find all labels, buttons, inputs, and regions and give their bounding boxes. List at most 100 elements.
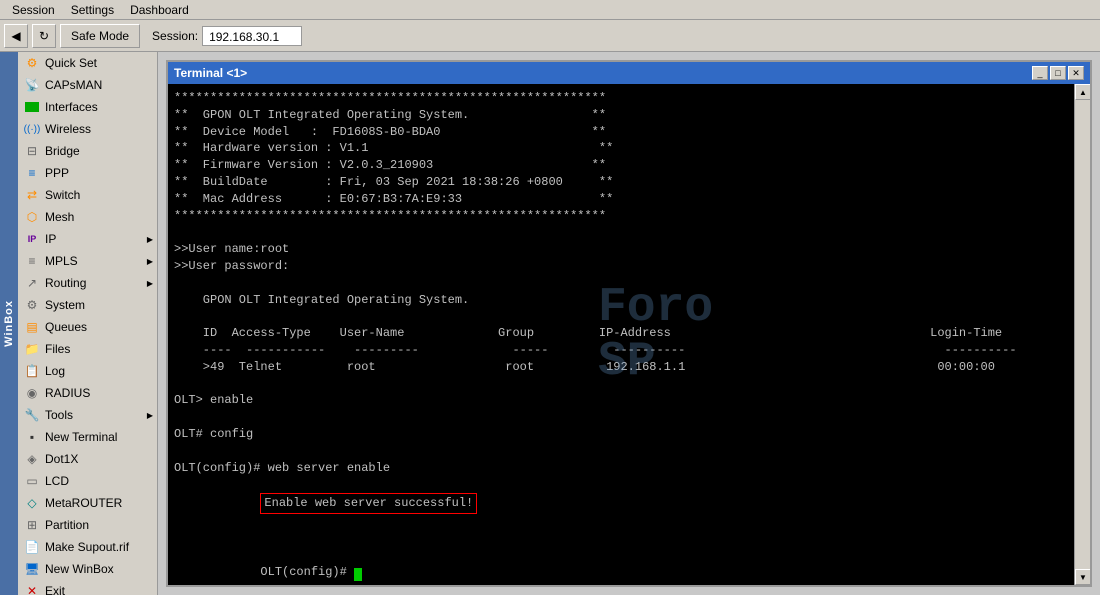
terminal-line-blank2 — [174, 275, 1068, 292]
sidebar-item-routing[interactable]: ↗ Routing — [18, 272, 157, 294]
scroll-up-button[interactable]: ▲ — [1075, 84, 1090, 100]
terminal-table-row: >49 Telnet root root 192.168.1.1 00:00:0… — [174, 359, 1068, 376]
session-value: 192.168.30.1 — [202, 26, 302, 46]
menu-session[interactable]: Session — [4, 1, 63, 19]
sidebar-item-metarouter-label: MetaROUTER — [45, 496, 122, 510]
sidebar-item-lcd-label: LCD — [45, 474, 69, 488]
sidebar-item-system-label: System — [45, 298, 85, 312]
sidebar-item-log-label: Log — [45, 364, 65, 378]
lcd-icon: ▭ — [24, 473, 40, 489]
sidebar-item-routing-label: Routing — [45, 276, 86, 290]
winbox-sidebar: WinBox — [0, 52, 18, 595]
sidebar-item-ip[interactable]: IP IP — [18, 228, 157, 250]
sidebar-item-quickset-label: Quick Set — [45, 56, 97, 70]
terminal-minimize-button[interactable]: _ — [1032, 66, 1048, 80]
terminal-title: Terminal <1> — [174, 66, 247, 80]
sidebar-item-dot1x-label: Dot1X — [45, 452, 78, 466]
menu-settings[interactable]: Settings — [63, 1, 122, 19]
newwinbox-icon: 🖥 — [24, 561, 40, 577]
sidebar-item-files[interactable]: 📁 Files — [18, 338, 157, 360]
terminal-content-area: ****************************************… — [168, 84, 1090, 585]
sidebar-item-newterminal[interactable]: ▪ New Terminal — [18, 426, 157, 448]
sidebar-item-makesupout[interactable]: 📄 Make Supout.rif — [18, 536, 157, 558]
sidebar-item-capsman[interactable]: 📡 CAPsMAN — [18, 74, 157, 96]
main-layout: WinBox ⚙ Quick Set 📡 CAPsMAN Interfaces … — [0, 52, 1100, 595]
sidebar-item-capsman-label: CAPsMAN — [45, 78, 102, 92]
sidebar-item-bridge[interactable]: ⊟ Bridge — [18, 140, 157, 162]
terminal-window: Terminal <1> _ □ ✕ *********************… — [166, 60, 1092, 587]
interfaces-icon — [24, 99, 40, 115]
sidebar-item-switch[interactable]: ⇄ Switch — [18, 184, 157, 206]
terminal-highlight: Enable web server successful! — [260, 493, 477, 514]
sidebar-item-newterminal-label: New Terminal — [45, 430, 117, 444]
ip-icon: IP — [24, 231, 40, 247]
sidebar-item-ppp-label: PPP — [45, 166, 69, 180]
sidebar-item-mesh-label: Mesh — [45, 210, 74, 224]
makesupout-icon: 📄 — [24, 539, 40, 555]
sidebar-item-ip-label: IP — [45, 232, 56, 246]
back-button[interactable]: ◀ — [4, 24, 28, 48]
sidebar-item-partition[interactable]: ⊞ Partition — [18, 514, 157, 536]
terminal-line1: ** GPON OLT Integrated Operating System.… — [174, 107, 1068, 124]
system-icon: ⚙ — [24, 297, 40, 313]
scroll-track — [1075, 100, 1090, 569]
menu-dashboard[interactable]: Dashboard — [122, 1, 197, 19]
scroll-down-button[interactable]: ▼ — [1075, 569, 1090, 585]
terminal-highlight-line: Enable web server successful! — [174, 476, 1068, 530]
sidebar-item-interfaces-label: Interfaces — [45, 100, 98, 114]
sidebar-item-wireless[interactable]: ((·)) Wireless — [18, 118, 157, 140]
terminal-line-blank5 — [174, 409, 1068, 426]
terminal-line6: ** Mac Address : E0:67:B3:7A:E9:33 ** — [174, 191, 1068, 208]
sidebar-item-interfaces[interactable]: Interfaces — [18, 96, 157, 118]
winbox-label: WinBox — [3, 300, 15, 347]
partition-icon: ⊞ — [24, 517, 40, 533]
sidebar-item-log[interactable]: 📋 Log — [18, 360, 157, 382]
sidebar-item-mpls-label: MPLS — [45, 254, 78, 268]
terminal-prompt: OLT(config)# — [260, 565, 354, 579]
terminal-controls: _ □ ✕ — [1032, 66, 1084, 80]
sidebar-item-quickset[interactable]: ⚙ Quick Set — [18, 52, 157, 74]
terminal-body[interactable]: ****************************************… — [168, 84, 1074, 585]
sidebar-item-radius[interactable]: ◉ RADIUS — [18, 382, 157, 404]
terminal-line2: ** Device Model : FD1608S-B0-BDA0 ** — [174, 124, 1068, 141]
quickset-icon: ⚙ — [24, 55, 40, 71]
sidebar-item-dot1x[interactable]: ◈ Dot1X — [18, 448, 157, 470]
session-label: Session: — [152, 29, 198, 43]
menu-bar: Session Settings Dashboard — [0, 0, 1100, 20]
sidebar-item-newwinbox-label: New WinBox — [45, 562, 114, 576]
sidebar-item-mpls[interactable]: ≡ MPLS — [18, 250, 157, 272]
safe-mode-button[interactable]: Safe Mode — [60, 24, 140, 48]
mesh-icon: ⬡ — [24, 209, 40, 225]
switch-icon: ⇄ — [24, 187, 40, 203]
bridge-icon: ⊟ — [24, 143, 40, 159]
exit-icon: ✕ — [24, 583, 40, 595]
terminal-titlebar: Terminal <1> _ □ ✕ — [168, 62, 1090, 84]
sidebar-item-newwinbox[interactable]: 🖥 New WinBox — [18, 558, 157, 580]
terminal-maximize-button[interactable]: □ — [1050, 66, 1066, 80]
terminal-login2: >>User password: — [174, 258, 1068, 275]
sidebar-item-tools-label: Tools — [45, 408, 73, 422]
sidebar-item-queues[interactable]: ▤ Queues — [18, 316, 157, 338]
terminal-scrollbar: ▲ ▼ — [1074, 84, 1090, 585]
sidebar-item-lcd[interactable]: ▭ LCD — [18, 470, 157, 492]
terminal-line-blank3 — [174, 308, 1068, 325]
terminal-sysname: GPON OLT Integrated Operating System. — [174, 292, 1068, 309]
terminal-table-header: ID Access-Type User-Name Group IP-Addres… — [174, 325, 1068, 342]
sidebar-item-makesupout-label: Make Supout.rif — [45, 540, 129, 554]
sidebar-item-mesh[interactable]: ⬡ Mesh — [18, 206, 157, 228]
sidebar-item-system[interactable]: ⚙ System — [18, 294, 157, 316]
sidebar-item-exit[interactable]: ✕ Exit — [18, 580, 157, 595]
metarouter-icon: ◇ — [24, 495, 40, 511]
sidebar-item-partition-label: Partition — [45, 518, 89, 532]
terminal-line-stars1: ****************************************… — [174, 90, 1068, 107]
sidebar-item-tools[interactable]: 🔧 Tools — [18, 404, 157, 426]
ppp-icon: ≡ — [24, 165, 40, 181]
terminal-cursor — [354, 568, 362, 581]
terminal-cmd2: OLT# config — [174, 426, 1068, 443]
terminal-close-button[interactable]: ✕ — [1068, 66, 1084, 80]
refresh-button[interactable]: ↻ — [32, 24, 56, 48]
queues-icon: ▤ — [24, 319, 40, 335]
sidebar-item-metarouter[interactable]: ◇ MetaROUTER — [18, 492, 157, 514]
terminal-line-blank7 — [174, 531, 1068, 548]
sidebar-item-ppp[interactable]: ≡ PPP — [18, 162, 157, 184]
